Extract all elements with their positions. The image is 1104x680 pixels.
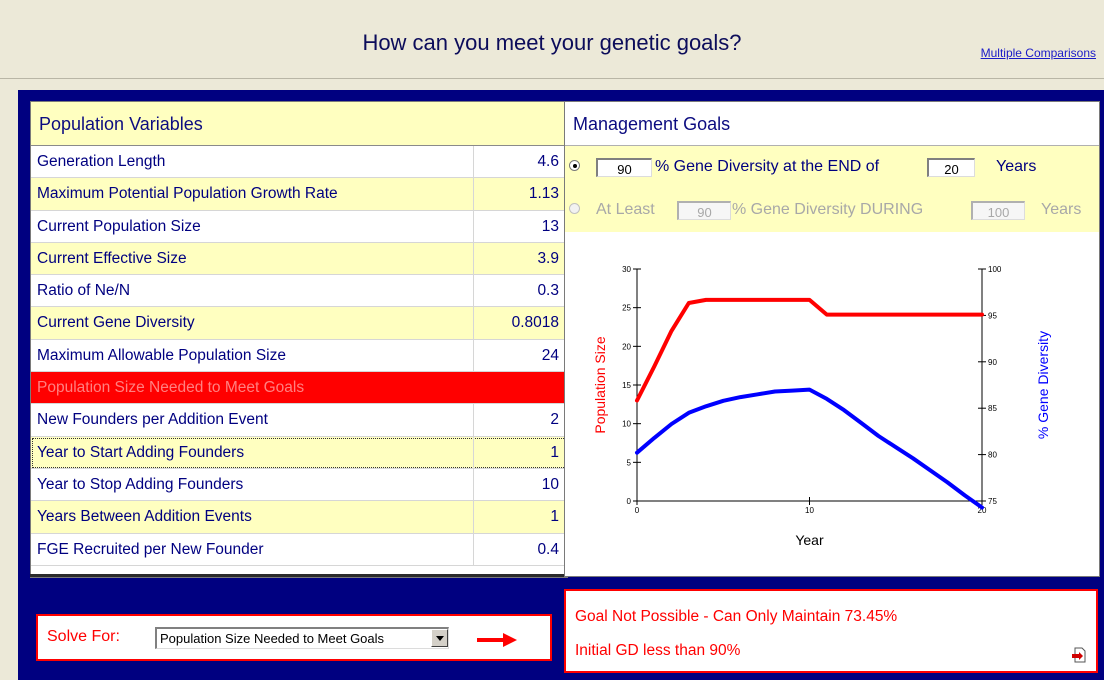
goal-option-end: 90 % Gene Diversity at the END of 20 Yea… bbox=[565, 146, 1099, 189]
result-line-1: Goal Not Possible - Can Only Maintain 73… bbox=[575, 608, 898, 625]
projection-chart: 05101520253075808590951000 10 20YearPopula… bbox=[592, 265, 1051, 548]
y-axis-left-label: Population Size bbox=[592, 336, 608, 434]
variable-row-year-stop-adding[interactable]: Year to Stop Adding Founders 10 bbox=[31, 468, 567, 502]
left-tick-label: 15 bbox=[622, 381, 631, 390]
variable-label: FGE Recruited per New Founder bbox=[37, 540, 264, 558]
x-tick-label: 10 bbox=[805, 506, 814, 515]
variable-label: Year to Stop Adding Founders bbox=[37, 475, 244, 493]
goal-end-radio[interactable] bbox=[569, 160, 580, 171]
left-tick-label: 25 bbox=[622, 304, 631, 313]
gd-during-prefix: At Least bbox=[596, 201, 655, 218]
gd-end-percent-input[interactable]: 90 bbox=[596, 158, 652, 177]
left-tick-label: 30 bbox=[622, 265, 631, 274]
y-axis-right-label: % Gene Diversity bbox=[1035, 331, 1051, 439]
variable-label: Current Gene Diversity bbox=[37, 314, 195, 332]
solve-for-label: Solve For: bbox=[47, 628, 120, 645]
result-panel: Goal Not Possible - Can Only Maintain 73… bbox=[564, 589, 1098, 673]
management-goals-panel: Management Goals 90 % Gene Diversity at … bbox=[564, 101, 1100, 577]
variable-row-years-between-additions[interactable]: Years Between Addition Events 1 bbox=[31, 501, 567, 534]
variable-value[interactable]: 0.8018 bbox=[473, 307, 567, 339]
variable-value[interactable]: 2 bbox=[473, 404, 567, 436]
variable-label: Ratio of Ne/N bbox=[37, 282, 131, 300]
left-tick-label: 10 bbox=[622, 420, 631, 429]
right-tick-label: 75 bbox=[988, 497, 997, 506]
right-tick-label: 95 bbox=[988, 311, 997, 320]
gene-diversity-series-line bbox=[635, 387, 984, 510]
variable-row-generation-length[interactable]: Generation Length 4.6 bbox=[31, 146, 567, 179]
right-tick-label: 80 bbox=[988, 451, 997, 460]
gd-end-years-input[interactable]: 20 bbox=[927, 158, 975, 177]
gd-end-label: % Gene Diversity at the END of bbox=[655, 158, 880, 175]
multiple-comparisons-link[interactable]: Multiple Comparisons bbox=[981, 46, 1096, 60]
variable-row-current-population-size[interactable]: Current Population Size 13 bbox=[31, 210, 567, 243]
variable-row-current-effective-size[interactable]: Current Effective Size 3.9 bbox=[31, 242, 567, 276]
gd-during-percent-input[interactable]: 90 bbox=[677, 201, 731, 220]
left-tick-label: 0 bbox=[627, 497, 632, 506]
variable-label: Maximum Potential Population Growth Rate bbox=[37, 185, 338, 203]
variable-value[interactable]: 4.6 bbox=[473, 146, 567, 178]
variable-row-fge-per-founder[interactable]: FGE Recruited per New Founder 0.4 bbox=[31, 533, 567, 566]
solve-for-select[interactable]: Population Size Needed to Meet Goals bbox=[155, 627, 449, 649]
variable-label: Years Between Addition Events bbox=[37, 508, 252, 526]
variable-value[interactable]: 1 bbox=[473, 436, 567, 468]
gd-during-label: % Gene Diversity DURING bbox=[732, 201, 924, 218]
variable-row-population-size-needed[interactable]: Population Size Needed to Meet Goals bbox=[31, 372, 567, 405]
gd-during-years-input[interactable]: 100 bbox=[971, 201, 1025, 220]
variable-label: Current Population Size bbox=[37, 217, 201, 235]
variable-value[interactable]: 3.9 bbox=[473, 242, 567, 275]
solve-for-panel: Solve For: Population Size Needed to Mee… bbox=[36, 614, 552, 661]
variable-label: Year to Start Adding Founders bbox=[37, 443, 245, 461]
solve-for-selected-value: Population Size Needed to Meet Goals bbox=[160, 631, 385, 646]
variable-label: Maximum Allowable Population Size bbox=[37, 346, 286, 364]
variable-label: New Founders per Addition Event bbox=[37, 411, 268, 429]
result-line-2: Initial GD less than 90% bbox=[575, 642, 741, 659]
variable-label: Current Effective Size bbox=[37, 249, 187, 267]
variable-row-ratio-ne-n[interactable]: Ratio of Ne/N 0.3 bbox=[31, 275, 567, 308]
variable-row-current-gene-diversity[interactable]: Current Gene Diversity 0.8018 bbox=[31, 307, 567, 340]
left-tick-label: 20 bbox=[622, 342, 631, 351]
page-title: How can you meet your genetic goals? bbox=[362, 30, 742, 55]
title-separator bbox=[0, 78, 1104, 79]
gd-end-years-label: Years bbox=[996, 158, 1037, 175]
right-tick-label: 85 bbox=[988, 404, 997, 413]
export-icon[interactable] bbox=[1071, 647, 1087, 663]
management-goals-heading: Management Goals bbox=[565, 102, 1099, 146]
variable-row-max-growth-rate[interactable]: Maximum Potential Population Growth Rate… bbox=[31, 178, 567, 211]
variable-label: Population Size Needed to Meet Goals bbox=[37, 379, 305, 397]
variable-row-max-allowable-population[interactable]: Maximum Allowable Population Size 24 bbox=[31, 339, 567, 373]
variable-value[interactable]: 10 bbox=[473, 468, 567, 501]
variable-value[interactable]: 24 bbox=[473, 339, 567, 372]
variable-label: Generation Length bbox=[37, 153, 166, 170]
population-variables-heading: Population Variables bbox=[31, 102, 567, 146]
chevron-down-icon[interactable] bbox=[431, 629, 448, 647]
population-variables-panel: Population Variables Generation Length 4… bbox=[30, 101, 568, 578]
projection-chart-area: 0 5 10 15 20 25 30 75 80 85 90 95 100 0 10 20 Year Popula… bbox=[565, 233, 1099, 576]
variable-value[interactable]: 0.3 bbox=[473, 275, 567, 307]
variable-value[interactable]: 0.4 bbox=[473, 533, 567, 565]
x-axis-label: Year bbox=[795, 532, 824, 548]
variable-value bbox=[473, 372, 567, 403]
population-size-series-line bbox=[635, 297, 984, 403]
goal-option-during: At Least 90 % Gene Diversity DURING 100 … bbox=[565, 189, 1099, 232]
panel-bottom-border bbox=[30, 574, 568, 577]
top-strip bbox=[0, 0, 1104, 12]
x-tick-label: 0 bbox=[635, 506, 640, 515]
variable-row-year-start-adding[interactable]: Year to Start Adding Founders 1 bbox=[31, 436, 567, 469]
goal-during-radio[interactable] bbox=[569, 203, 580, 214]
left-tick-label: 5 bbox=[627, 458, 632, 467]
variable-value[interactable]: 1.13 bbox=[473, 178, 567, 210]
right-tick-label: 90 bbox=[988, 358, 997, 367]
variable-value[interactable]: 13 bbox=[473, 210, 567, 242]
right-tick-label: 100 bbox=[988, 265, 1002, 274]
variable-row-new-founders-per-event[interactable]: New Founders per Addition Event 2 bbox=[31, 404, 567, 437]
variable-value[interactable]: 1 bbox=[473, 501, 567, 533]
right-arrow-icon bbox=[477, 633, 517, 647]
gd-during-years-label: Years bbox=[1041, 201, 1082, 218]
